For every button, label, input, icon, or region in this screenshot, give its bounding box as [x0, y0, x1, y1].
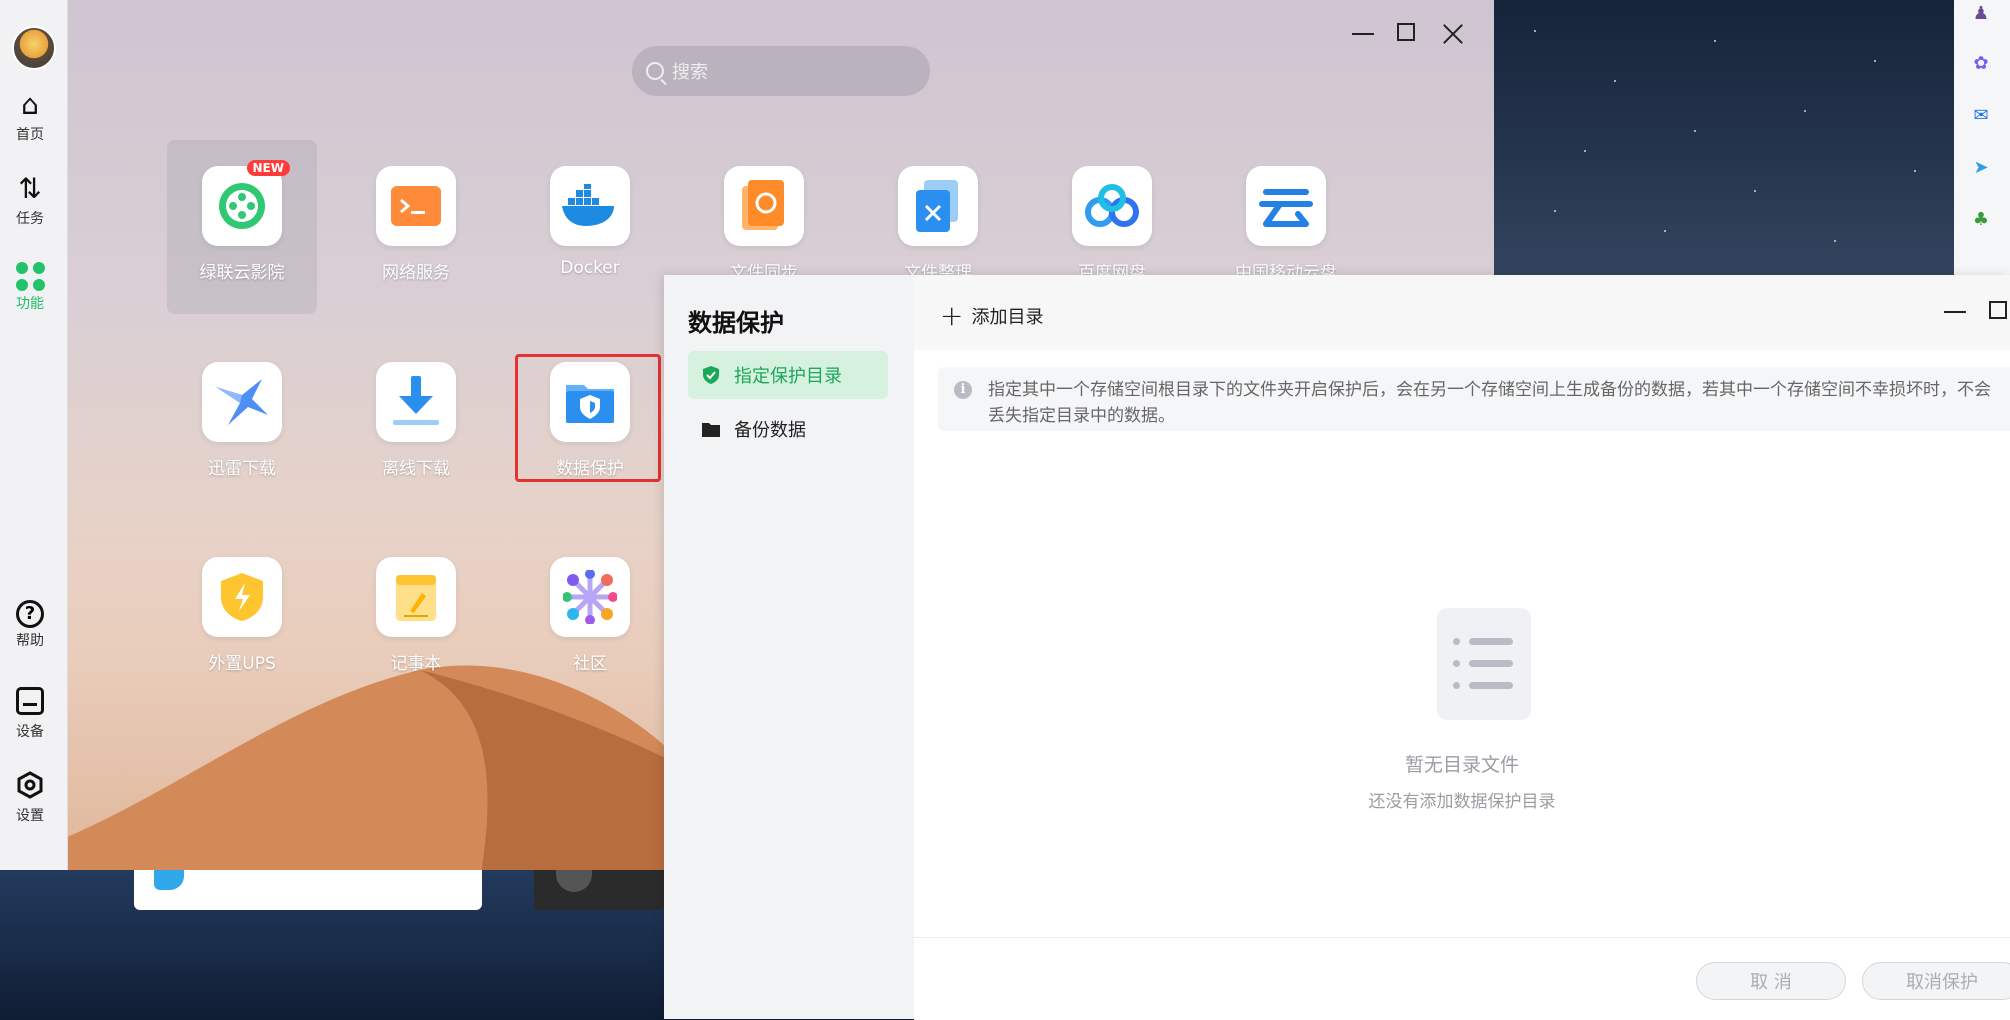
help-icon: ? [16, 600, 44, 628]
app-file-sync[interactable]: 文件同步 [689, 166, 839, 283]
nav-help[interactable]: ? 帮助 [0, 600, 60, 650]
nav-features[interactable]: 功能 [0, 256, 60, 313]
dp-nav-backup-data[interactable]: 备份数据 [688, 405, 888, 453]
cancel-protection-button[interactable]: 取消保护 [1862, 962, 2010, 1000]
download-arrow-icon [393, 376, 439, 425]
shield-check-icon [702, 366, 720, 384]
search-input[interactable]: 搜索 [632, 46, 930, 96]
launcher-minimize-button[interactable] [1352, 33, 1374, 35]
device-icon [16, 687, 44, 715]
data-protection-window: 数据保护 指定保护目录 备份数据 + 添加目录 i 指定其中一个存储空间根目录下… [664, 275, 2010, 1020]
app-community[interactable]: 社区 [515, 557, 665, 674]
launcher-maximize-button[interactable] [1397, 23, 1415, 41]
search-icon [646, 62, 664, 80]
dp-main-panel: + 添加目录 i 指定其中一个存储空间根目录下的文件夹开启保护后，会在另一个存储… [914, 275, 2010, 1020]
right-taskbar: ♟ ✿ ✉ ➤ ♣ [1954, 0, 2010, 280]
app-baidu-netdisk[interactable]: 百度网盘 [1037, 166, 1187, 283]
app-ugreen-cinema[interactable]: NEW 绿联云影院 [167, 140, 317, 314]
app-external-ups[interactable]: 外置UPS [167, 557, 317, 674]
nav-settings[interactable]: 设置 [0, 768, 60, 825]
dp-sidebar: 数据保护 指定保护目录 备份数据 [664, 275, 914, 1019]
dp-minimize-button[interactable] [1944, 311, 1966, 313]
app-china-mobile-cloud[interactable]: 中国移动云盘 [1211, 166, 1361, 283]
transfer-arrows-icon: ⇅ [18, 172, 42, 205]
plus-icon: + [940, 299, 964, 332]
settings-icon [17, 771, 43, 799]
app-thunder-download[interactable]: 迅雷下载 [167, 362, 317, 479]
cloud-logo-icon [1259, 189, 1313, 227]
launcher-sidebar: ⌂ 首页 ⇅ 任务 功能 ? 帮助 设备 设置 [0, 0, 68, 870]
community-icon [563, 570, 617, 624]
app-file-organize[interactable]: 文件整理 [863, 166, 1013, 283]
app-network-service[interactable]: 网络服务 [341, 166, 491, 283]
app-offline-download[interactable]: 离线下载 [341, 362, 491, 479]
notepad-icon [396, 575, 436, 621]
nav-device[interactable]: 设备 [0, 684, 60, 741]
user-avatar[interactable] [12, 26, 56, 70]
docker-whale-icon [562, 184, 614, 226]
new-badge: NEW [246, 160, 290, 176]
terminal-icon [391, 186, 441, 226]
add-directory-button[interactable]: + 添加目录 [940, 299, 1043, 332]
folder-icon [702, 420, 720, 438]
baidu-netdisk-icon [1085, 184, 1139, 227]
grid-dots-icon [15, 262, 45, 291]
empty-state-title: 暂无目录文件 [1404, 754, 1519, 776]
tree-icon[interactable]: ♣ [1968, 206, 1994, 232]
outlook-icon[interactable]: ✉ [1968, 102, 1994, 128]
info-icon: i [954, 381, 972, 399]
dp-maximize-button[interactable] [1989, 301, 2007, 319]
desktop-night-sky-wallpaper [1494, 0, 1954, 280]
lightning-shield-icon [221, 573, 263, 621]
empty-state-subtitle: 还没有添加数据保护目录 [1368, 792, 1556, 812]
dp-footer: 取 消 取消保护 [914, 937, 2010, 1020]
empty-list-icon [1437, 608, 1531, 720]
dp-toolbar: + 添加目录 [914, 275, 2010, 350]
nav-tasks[interactable]: ⇅ 任务 [0, 172, 60, 228]
paper-plane-icon[interactable]: ➤ [1968, 154, 1994, 180]
info-notice: i 指定其中一个存储空间根目录下的文件夹开启保护后，会在另一个存储空间上生成备份… [938, 367, 2010, 431]
file-organize-icon [916, 180, 958, 232]
highlight-box [515, 354, 661, 482]
home-icon: ⌂ [21, 88, 39, 121]
app-docker[interactable]: Docker [515, 166, 665, 278]
copilot-icon[interactable]: ✿ [1968, 50, 1994, 76]
user-icon[interactable]: ♟ [1968, 0, 1994, 26]
nav-home[interactable]: ⌂ 首页 [0, 88, 60, 144]
dp-window-title: 数据保护 [688, 309, 784, 337]
dp-nav-protected-dirs[interactable]: 指定保护目录 [688, 351, 888, 399]
thunder-bird-icon [216, 379, 268, 425]
app-notepad[interactable]: 记事本 [341, 557, 491, 674]
cancel-button[interactable]: 取 消 [1696, 962, 1846, 1000]
file-sync-icon [742, 180, 784, 230]
launcher-close-button[interactable] [1442, 23, 1464, 45]
film-reel-icon [219, 183, 265, 229]
